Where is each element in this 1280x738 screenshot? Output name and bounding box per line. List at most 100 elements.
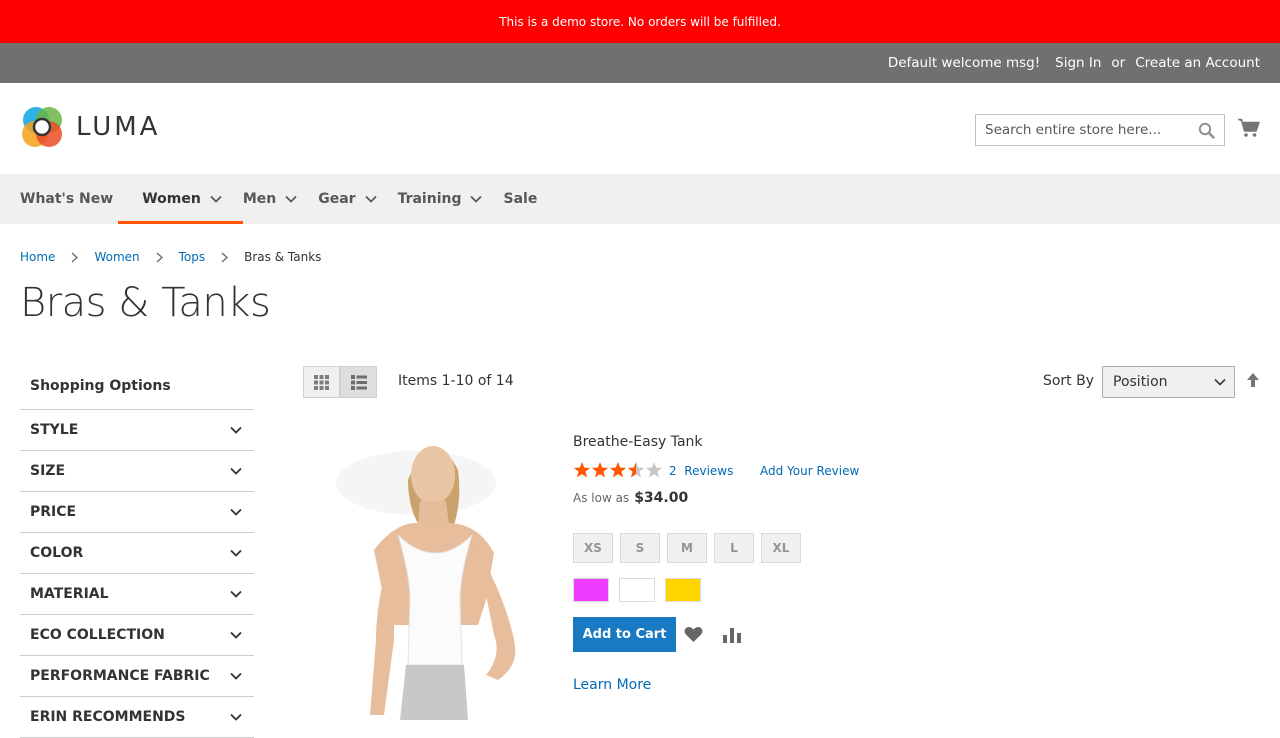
reviews-link[interactable]: 2 Reviews xyxy=(669,464,733,478)
grid-view-button[interactable] xyxy=(303,366,340,398)
main-navigation: What's New Women Men Gear Training Sale xyxy=(0,174,1280,224)
star-filled xyxy=(609,462,627,478)
product-name-link[interactable]: Breathe-Easy Tank xyxy=(573,434,703,450)
filter-label: COLOR xyxy=(30,545,84,561)
nav-item-training[interactable]: Training xyxy=(398,174,504,224)
product-image[interactable] xyxy=(336,425,532,720)
list-view-button[interactable] xyxy=(340,366,377,398)
chevron-right-icon xyxy=(71,251,79,263)
sort-by-value: Position xyxy=(1113,374,1168,390)
chevron-down-icon xyxy=(230,549,242,557)
sort-direction-arrow-icon[interactable] xyxy=(1246,372,1260,392)
filter-erin-recommends[interactable]: ERIN RECOMMENDS xyxy=(20,697,254,738)
star-filled xyxy=(591,462,609,478)
product-rating xyxy=(573,461,663,479)
chevron-down-icon xyxy=(364,195,377,203)
wishlist-heart-icon[interactable] xyxy=(684,626,703,647)
demo-notice-text: This is a demo store. No orders will be … xyxy=(499,14,781,29)
size-option-m[interactable]: M xyxy=(667,533,707,563)
compare-icon[interactable] xyxy=(723,627,741,647)
sort-by-label: Sort By xyxy=(1042,373,1094,389)
filter-style[interactable]: STYLE xyxy=(20,410,254,451)
chevron-down-icon xyxy=(230,426,242,434)
nav-item-label: Gear xyxy=(318,191,356,207)
shopping-options-title: Shopping Options xyxy=(20,362,254,410)
filter-label: MATERIAL xyxy=(30,586,109,602)
filter-sidebar: Shopping Options STYLE SIZE PRICE COLOR … xyxy=(20,362,254,738)
filter-label: SIZE xyxy=(30,463,66,479)
price-box: As low as $34.00 xyxy=(573,490,688,506)
page-title: Bras & Tanks xyxy=(20,280,271,326)
learn-more-link[interactable]: Learn More xyxy=(573,677,651,693)
or-separator: or xyxy=(1111,55,1126,71)
products-toolbar: Items 1-10 of 14 Sort By Position xyxy=(303,366,1260,398)
luma-logo[interactable]: LUMA xyxy=(20,105,160,149)
chevron-down-icon xyxy=(230,590,242,598)
size-option-xl[interactable]: XL xyxy=(761,533,801,563)
color-swatches xyxy=(573,578,711,602)
filter-label: PRICE xyxy=(30,504,77,520)
breadcrumb-home[interactable]: Home xyxy=(20,250,55,264)
chevron-down-icon xyxy=(230,672,242,680)
nav-item-label: Sale xyxy=(503,191,538,207)
header-main: LUMA xyxy=(0,83,1280,174)
filter-size[interactable]: SIZE xyxy=(20,451,254,492)
filter-color[interactable]: COLOR xyxy=(20,533,254,574)
rating-stars xyxy=(573,462,663,478)
nav-item-whats-new[interactable]: What's New xyxy=(20,174,134,224)
filter-material[interactable]: MATERIAL xyxy=(20,574,254,615)
filter-eco-collection[interactable]: ECO COLLECTION xyxy=(20,615,254,656)
filter-label: STYLE xyxy=(30,422,79,438)
breadcrumb: Home Women Tops Bras & Tanks xyxy=(20,250,321,264)
chevron-down-icon xyxy=(230,508,242,516)
luma-logo-icon xyxy=(22,107,62,147)
nav-item-gear[interactable]: Gear xyxy=(318,174,397,224)
filter-performance-fabric[interactable]: PERFORMANCE FABRIC xyxy=(20,656,254,697)
chevron-right-icon xyxy=(156,251,163,263)
breadcrumb-women[interactable]: Women xyxy=(94,250,139,264)
logo-text: LUMA xyxy=(76,112,161,142)
sign-in-link[interactable]: Sign In xyxy=(1055,55,1101,71)
grid-icon xyxy=(314,374,329,390)
nav-item-label: What's New xyxy=(20,191,114,207)
reviews-label: Reviews xyxy=(684,464,734,478)
filter-label: ECO COLLECTION xyxy=(30,627,165,643)
size-option-s[interactable]: S xyxy=(620,533,660,563)
chevron-down-icon xyxy=(210,195,222,203)
search-input[interactable] xyxy=(976,122,1186,138)
search-box xyxy=(975,114,1225,146)
nav-item-label: Women xyxy=(142,191,201,207)
chevron-down-icon xyxy=(285,195,297,203)
add-to-cart-button[interactable]: Add to Cart xyxy=(573,617,676,652)
color-swatch-white[interactable] xyxy=(619,578,655,602)
chevron-down-icon xyxy=(470,195,483,203)
filter-price[interactable]: PRICE xyxy=(20,492,254,533)
reviews-count: 2 xyxy=(669,464,677,478)
nav-item-men[interactable]: Men xyxy=(243,174,318,224)
cart-icon[interactable] xyxy=(1238,118,1260,142)
product-price: $34.00 xyxy=(634,490,689,506)
nav-item-women[interactable]: Women xyxy=(118,174,243,224)
nav-item-label: Men xyxy=(242,191,277,207)
chevron-down-icon xyxy=(1214,378,1226,386)
create-account-link[interactable]: Create an Account xyxy=(1135,55,1260,71)
size-option-l[interactable]: L xyxy=(714,533,754,563)
price-label: As low as xyxy=(573,491,630,505)
add-review-link[interactable]: Add Your Review xyxy=(760,464,859,478)
active-nav-underline xyxy=(118,221,243,224)
color-swatch-yellow[interactable] xyxy=(665,578,701,602)
welcome-message: Default welcome msg! xyxy=(887,55,1041,71)
nav-item-sale[interactable]: Sale xyxy=(503,174,558,224)
breadcrumb-tops[interactable]: Tops xyxy=(179,250,206,264)
sort-by-select[interactable]: Position xyxy=(1102,366,1235,398)
items-count: Items 1-10 of 14 xyxy=(398,373,514,389)
star-empty xyxy=(645,462,663,478)
color-swatch-purple[interactable] xyxy=(573,578,609,602)
filter-label: PERFORMANCE FABRIC xyxy=(30,668,210,684)
size-swatches: XS S M L XL xyxy=(573,533,808,563)
size-option-xs[interactable]: XS xyxy=(573,533,613,563)
demo-notice-banner: This is a demo store. No orders will be … xyxy=(0,0,1280,43)
star-filled xyxy=(573,462,591,478)
chevron-down-icon xyxy=(230,467,242,475)
search-icon[interactable] xyxy=(1198,122,1215,143)
